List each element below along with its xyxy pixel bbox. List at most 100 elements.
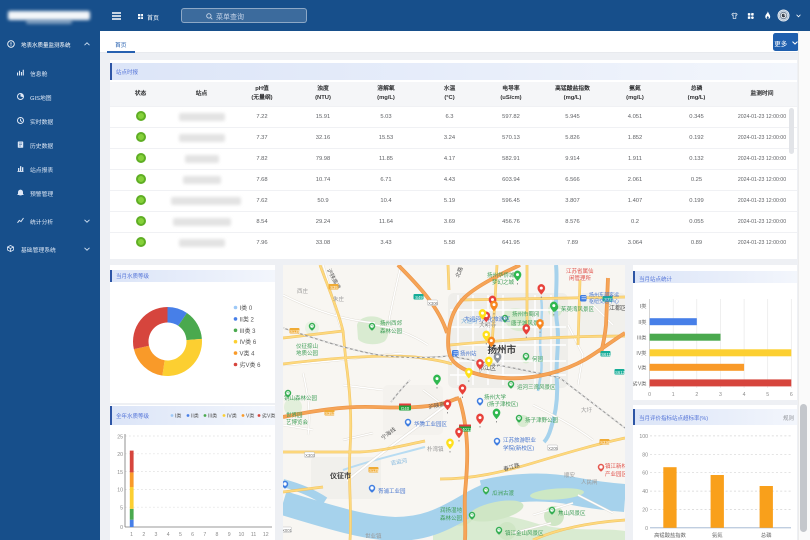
- svg-text:扬州华侨城: 扬州华侨城: [487, 271, 515, 279]
- svg-text:学院(新校区): 学院(新校区): [503, 444, 534, 452]
- svg-text:4: 4: [743, 392, 746, 398]
- svg-text:扬州西郊: 扬州西郊: [380, 319, 403, 327]
- svg-text:II类 2: II类 2: [240, 315, 255, 323]
- svg-text:6: 6: [790, 392, 793, 398]
- svg-text:10: 10: [239, 532, 245, 538]
- svg-text:3: 3: [155, 532, 158, 538]
- svg-text:西庄: 西庄: [297, 287, 309, 295]
- svg-text:5: 5: [766, 392, 769, 398]
- svg-text:运河三湾风景区: 运河三湾风景区: [517, 383, 556, 391]
- svg-text:人民闸: 人民闸: [581, 478, 598, 486]
- svg-text:扬州站: 扬州站: [460, 350, 477, 358]
- svg-text:II类: II类: [638, 318, 646, 326]
- svg-text:2: 2: [695, 392, 698, 398]
- svg-text:大圩: 大圩: [581, 406, 593, 414]
- svg-text:III类 3: III类 3: [240, 327, 257, 335]
- svg-text:润扬湿地: 润扬湿地: [440, 506, 463, 514]
- svg-text:扬州大学: 扬州大学: [484, 393, 507, 401]
- svg-text:华腾工业园区: 华腾工业园区: [414, 420, 448, 428]
- svg-text:闲管理所: 闲管理所: [569, 274, 592, 282]
- svg-text:仪征捺山: 仪征捺山: [296, 342, 318, 350]
- svg-text:9: 9: [228, 532, 231, 538]
- svg-text:高锰酸盐指数: 高锰酸盐指数: [654, 531, 686, 539]
- svg-text:5: 5: [120, 505, 123, 511]
- svg-text:扬州市蜀冈: 扬州市蜀冈: [512, 310, 540, 318]
- svg-text:3: 3: [719, 392, 722, 398]
- svg-text:镇江新材料: 镇江新材料: [605, 462, 625, 470]
- svg-text:总磷: 总磷: [761, 531, 772, 539]
- svg-text:江都区: 江都区: [609, 304, 625, 312]
- svg-text:世界园: 世界园: [286, 411, 303, 419]
- svg-text:8: 8: [216, 532, 219, 538]
- svg-text:0: 0: [120, 525, 123, 531]
- svg-text:15: 15: [117, 470, 123, 476]
- svg-text:顺安: 顺安: [564, 471, 576, 479]
- svg-text:氨氮: 氨氮: [712, 531, 723, 539]
- svg-text:I类 0: I类 0: [240, 304, 253, 312]
- svg-text:S611: S611: [601, 352, 611, 357]
- svg-text:劣V类: 劣V类: [633, 379, 647, 387]
- svg-text:100: 100: [639, 434, 648, 440]
- svg-text:胥浦工业园: 胥浦工业园: [378, 487, 406, 495]
- svg-text:III类: III类: [208, 413, 217, 420]
- svg-text:20: 20: [117, 452, 123, 458]
- svg-text:焦山风景区: 焦山风景区: [558, 509, 586, 517]
- svg-text:V类: V类: [638, 364, 647, 372]
- svg-text:朴湾镇: 朴湾镇: [427, 445, 444, 453]
- svg-text:10: 10: [117, 488, 123, 494]
- svg-text:1: 1: [672, 392, 675, 398]
- svg-text:I类: I类: [175, 413, 181, 420]
- svg-text:I类: I类: [640, 302, 647, 310]
- svg-text:枢纽交通中心: 枢纽交通中心: [589, 298, 619, 305]
- svg-text:20: 20: [642, 508, 648, 514]
- svg-text:茱萸湾风景区: 茱萸湾风景区: [561, 305, 595, 313]
- svg-text:扬州东部客运: 扬州东部客运: [589, 292, 619, 299]
- svg-text:X001: X001: [283, 528, 293, 533]
- svg-text:S49: S49: [415, 295, 423, 300]
- svg-text:劣V类 6: 劣V类 6: [240, 361, 262, 369]
- svg-text:2: 2: [142, 532, 145, 538]
- svg-text:江苏旅游职业: 江苏旅游职业: [503, 436, 537, 444]
- svg-text:V类: V类: [246, 413, 254, 420]
- svg-text:40: 40: [642, 489, 648, 495]
- svg-text:III类: III类: [637, 334, 647, 342]
- svg-text:朱庄: 朱庄: [333, 295, 345, 303]
- svg-text:0: 0: [645, 526, 648, 532]
- svg-text:S125: S125: [290, 329, 300, 334]
- svg-text:森林公园: 森林公园: [440, 514, 463, 522]
- svg-text:S612: S612: [615, 370, 625, 375]
- svg-text:扬子津野公园: 扬子津野公园: [525, 416, 559, 424]
- svg-text:11: 11: [251, 532, 256, 538]
- svg-text:25: 25: [117, 434, 123, 440]
- svg-text:地质公园: 地质公园: [296, 349, 319, 357]
- svg-text:X306: X306: [428, 301, 438, 306]
- svg-text:产业园区: 产业园区: [605, 470, 625, 478]
- svg-text:梦幻之城: 梦幻之城: [492, 278, 515, 286]
- svg-text:艺博览会: 艺博览会: [286, 418, 309, 426]
- svg-text:V类 4: V类 4: [240, 350, 256, 358]
- svg-text:劣V类: 劣V类: [262, 413, 275, 420]
- svg-text:IV类 6: IV类 6: [240, 338, 257, 346]
- svg-text:4: 4: [167, 532, 170, 538]
- svg-text:(扬子津校区): (扬子津校区): [487, 400, 518, 408]
- svg-text:7: 7: [203, 532, 206, 538]
- svg-text:大明寺: 大明寺: [479, 321, 497, 329]
- svg-text:1: 1: [130, 532, 133, 538]
- svg-text:X303: X303: [305, 453, 315, 458]
- svg-text:镇江金山风景区: 镇江金山风景区: [505, 529, 544, 537]
- svg-text:60: 60: [642, 471, 648, 477]
- svg-text:G40: G40: [401, 406, 410, 411]
- svg-text:世业镇: 世业镇: [365, 532, 382, 540]
- svg-text:S35: S35: [330, 285, 338, 290]
- svg-text:80: 80: [642, 452, 648, 458]
- svg-text:仪征市: 仪征市: [329, 471, 351, 480]
- svg-text:IV类: IV类: [636, 349, 646, 357]
- svg-text:何园: 何园: [532, 355, 544, 363]
- svg-text:II类: II类: [191, 413, 199, 420]
- svg-text:12: 12: [263, 532, 269, 538]
- svg-text:0: 0: [648, 392, 651, 398]
- svg-text:IV类: IV类: [227, 413, 237, 420]
- svg-text:江苏省属仙: 江苏省属仙: [566, 267, 594, 275]
- svg-text:S336: S336: [600, 440, 610, 445]
- svg-text:5: 5: [179, 532, 182, 538]
